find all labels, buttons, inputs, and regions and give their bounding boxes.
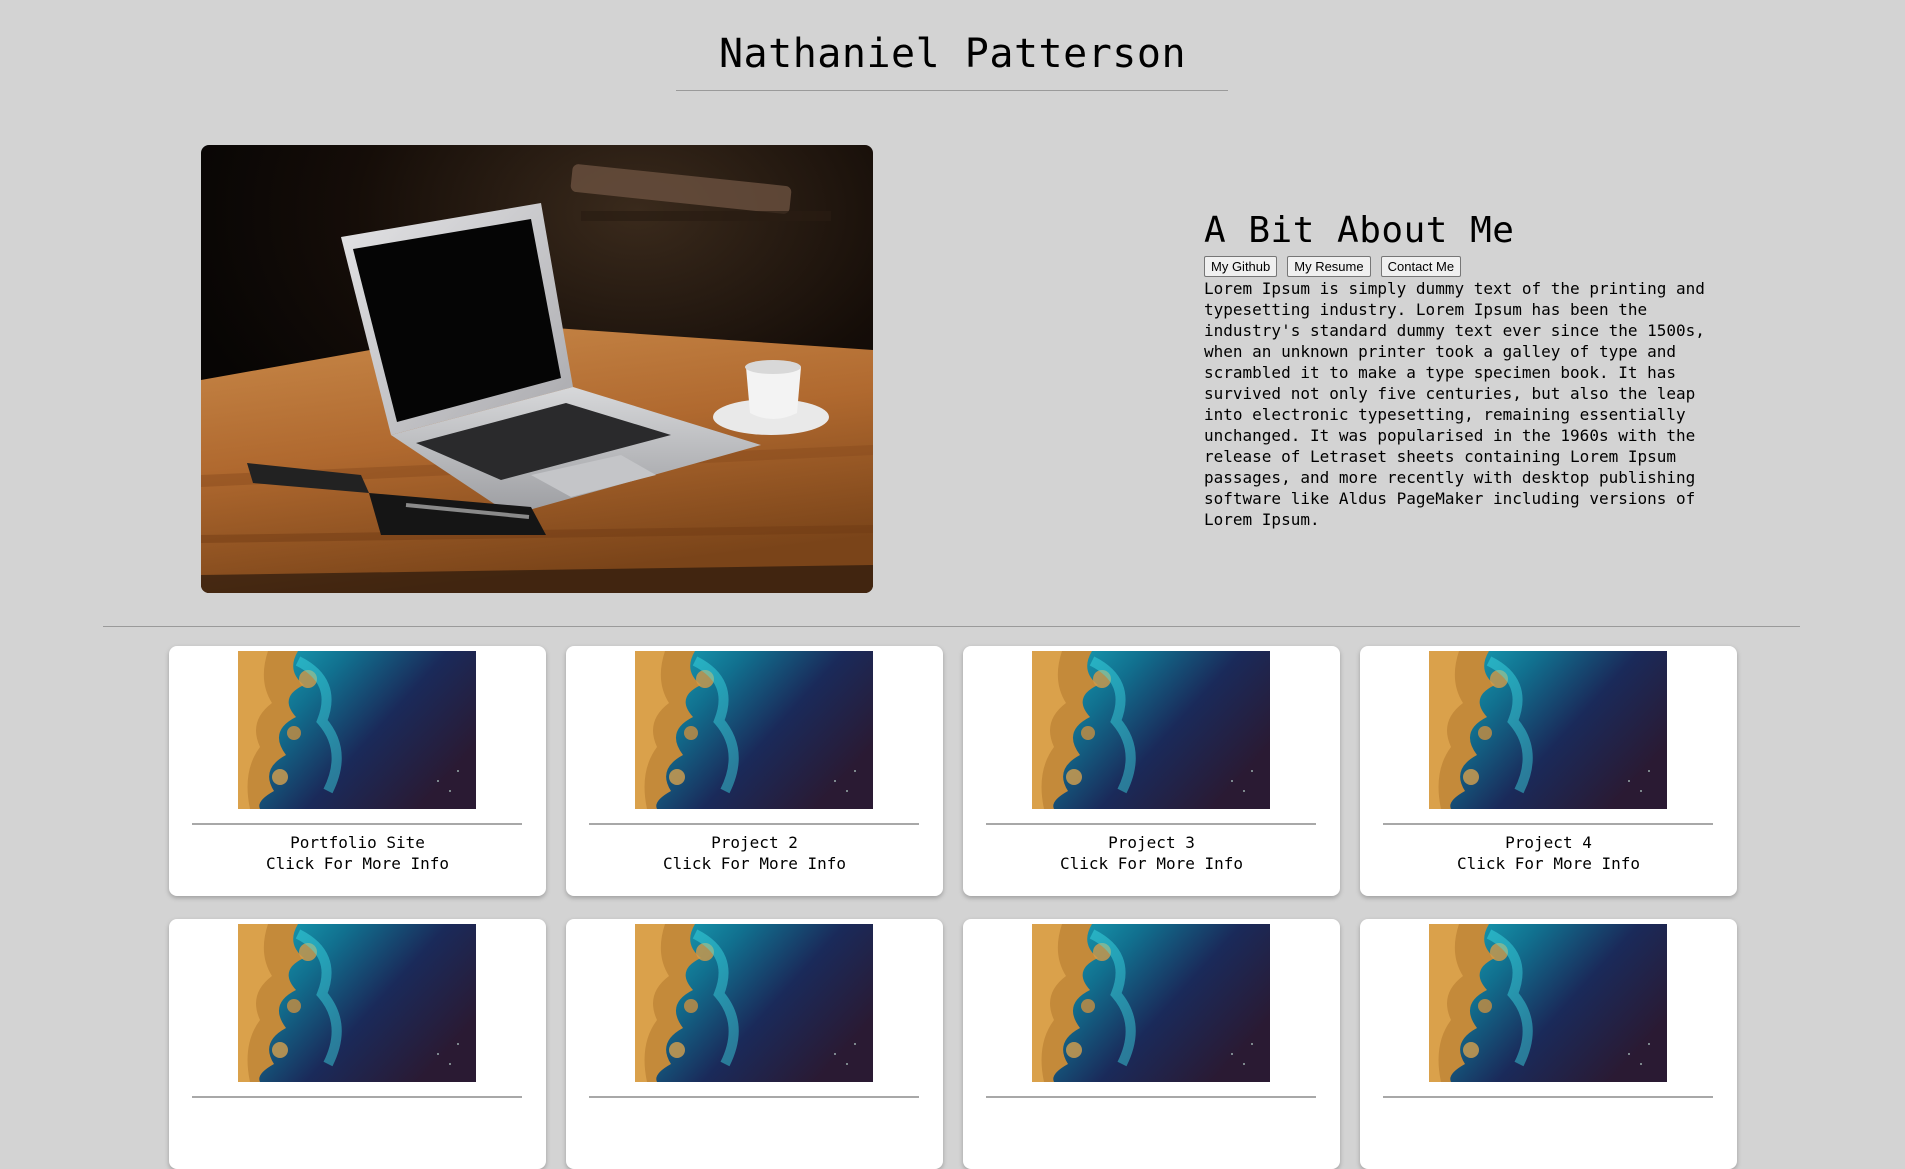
project-card-7[interactable] [963, 919, 1340, 1169]
section-divider [103, 626, 1800, 627]
project-thumbnail [635, 924, 873, 1082]
page-title: Nathaniel Patterson [718, 31, 1187, 77]
about-text: Lorem Ipsum is simply dummy text of the … [1204, 279, 1705, 529]
project-thumbnail [1032, 651, 1270, 809]
project-thumbnail [1032, 924, 1270, 1082]
github-button[interactable]: My Github [1204, 256, 1278, 277]
project-thumbnail [238, 924, 476, 1082]
card-divider [1383, 823, 1713, 825]
project-thumbnail [238, 651, 476, 809]
project-title: Project 3 [1108, 833, 1195, 852]
project-title: Portfolio Site [290, 833, 425, 852]
project-card-3[interactable]: Project 3 Click For More Info [963, 646, 1340, 896]
project-link-text[interactable]: Click For More Info [963, 853, 1340, 874]
card-divider [589, 1096, 919, 1098]
card-divider [589, 823, 919, 825]
contact-button[interactable]: Contact Me [1380, 256, 1462, 277]
project-link-text[interactable]: Click For More Info [566, 853, 943, 874]
projects-grid: Portfolio Site Click For More Info Proje… [169, 646, 1737, 1169]
project-thumbnail [1429, 651, 1667, 809]
project-thumbnail [1429, 924, 1667, 1082]
about-heading: A Bit About Me [1204, 210, 1515, 251]
project-card-5[interactable] [169, 919, 546, 1169]
about-section: A Bit About Me My Github My Resume Conta… [1204, 206, 1714, 530]
card-divider [192, 1096, 522, 1098]
card-divider [192, 823, 522, 825]
resume-button[interactable]: My Resume [1287, 256, 1371, 277]
project-card-6[interactable] [566, 919, 943, 1169]
project-thumbnail [635, 651, 873, 809]
card-divider [1383, 1096, 1713, 1098]
project-card-8[interactable] [1360, 919, 1737, 1169]
title-divider [676, 90, 1228, 91]
project-link-text[interactable]: Click For More Info [1360, 853, 1737, 874]
project-card-1[interactable]: Portfolio Site Click For More Info [169, 646, 546, 896]
project-card-2[interactable]: Project 2 Click For More Info [566, 646, 943, 896]
project-card-4[interactable]: Project 4 Click For More Info [1360, 646, 1737, 896]
card-divider [986, 1096, 1316, 1098]
hero-photo-laptop-desk [201, 145, 873, 593]
about-buttons: My Github My Resume Contact Me [1204, 256, 1714, 277]
project-title: Project 4 [1505, 833, 1592, 852]
project-title: Project 2 [711, 833, 798, 852]
card-divider [986, 823, 1316, 825]
project-link-text[interactable]: Click For More Info [169, 853, 546, 874]
